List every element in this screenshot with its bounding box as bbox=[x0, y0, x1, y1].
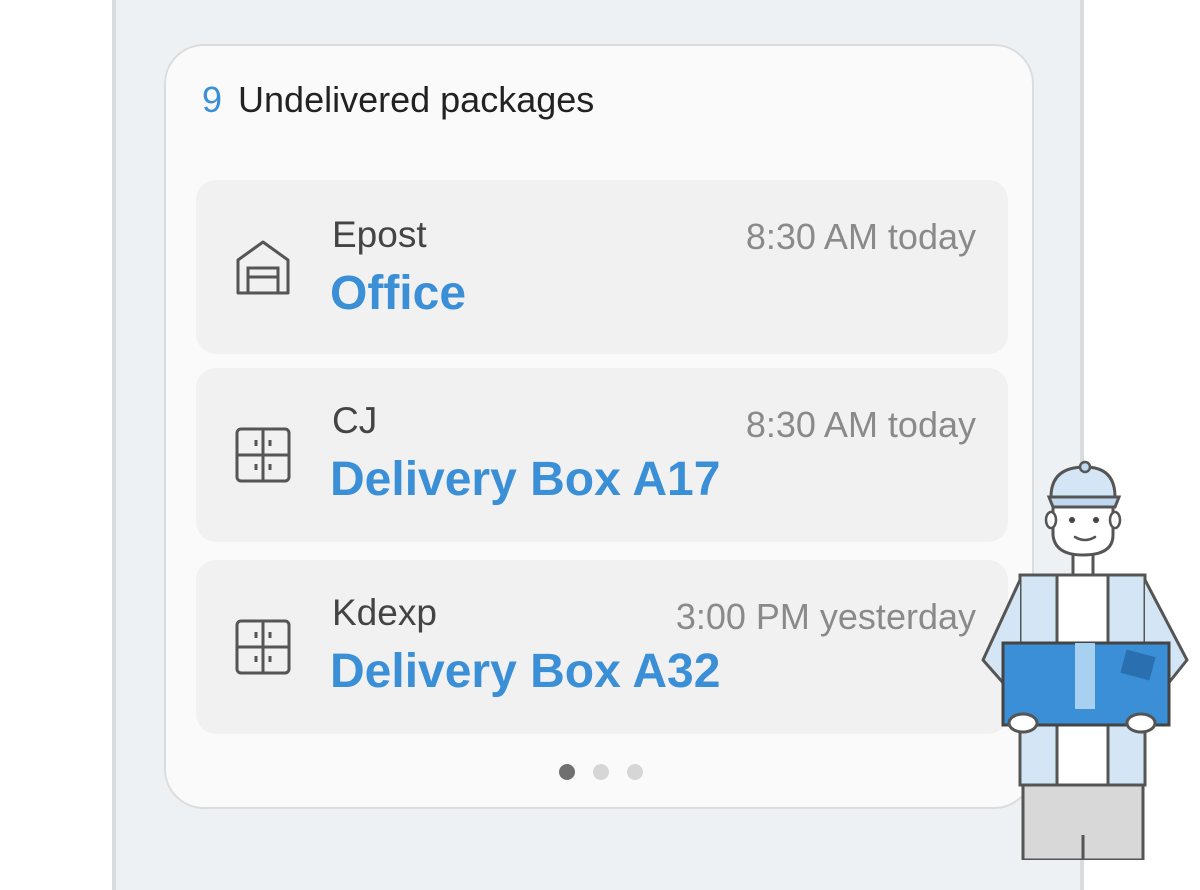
delivery-location: Office bbox=[330, 267, 467, 320]
carrier-name: Epost bbox=[332, 214, 427, 255]
widget-header: 9 Undelivered packages bbox=[202, 78, 594, 122]
delivery-time: 3:00 PM yesterday bbox=[675, 596, 976, 637]
package-count: 9 bbox=[202, 79, 223, 120]
page-dot-1[interactable] bbox=[559, 764, 575, 780]
locker-icon bbox=[235, 619, 291, 675]
delivery-location: Delivery Box A17 bbox=[330, 453, 721, 506]
page-dot-3[interactable] bbox=[627, 764, 643, 780]
courier-illustration bbox=[981, 460, 1189, 860]
carrier-name: CJ bbox=[332, 400, 378, 441]
packages-widget[interactable]: 9 Undelivered packages Epost 8:30 AM tod… bbox=[164, 44, 1034, 809]
package-row-epost[interactable]: Epost 8:30 AM today Office bbox=[196, 180, 1008, 354]
locker-icon bbox=[235, 427, 291, 483]
delivery-time: 8:30 AM today bbox=[745, 216, 976, 257]
carrier-name: Kdexp bbox=[332, 592, 437, 633]
delivery-time: 8:30 AM today bbox=[745, 404, 976, 445]
widget-title: Undelivered packages bbox=[238, 79, 595, 120]
page-dot-2[interactable] bbox=[593, 764, 609, 780]
package-row-kdexp[interactable]: Kdexp 3:00 PM yesterday Delivery Box A32 bbox=[196, 560, 1008, 734]
delivery-location: Delivery Box A32 bbox=[330, 645, 721, 698]
page-indicator[interactable] bbox=[559, 764, 643, 780]
building-icon bbox=[236, 240, 290, 295]
package-row-cj[interactable]: CJ 8:30 AM today Delivery Box A17 bbox=[196, 368, 1008, 542]
